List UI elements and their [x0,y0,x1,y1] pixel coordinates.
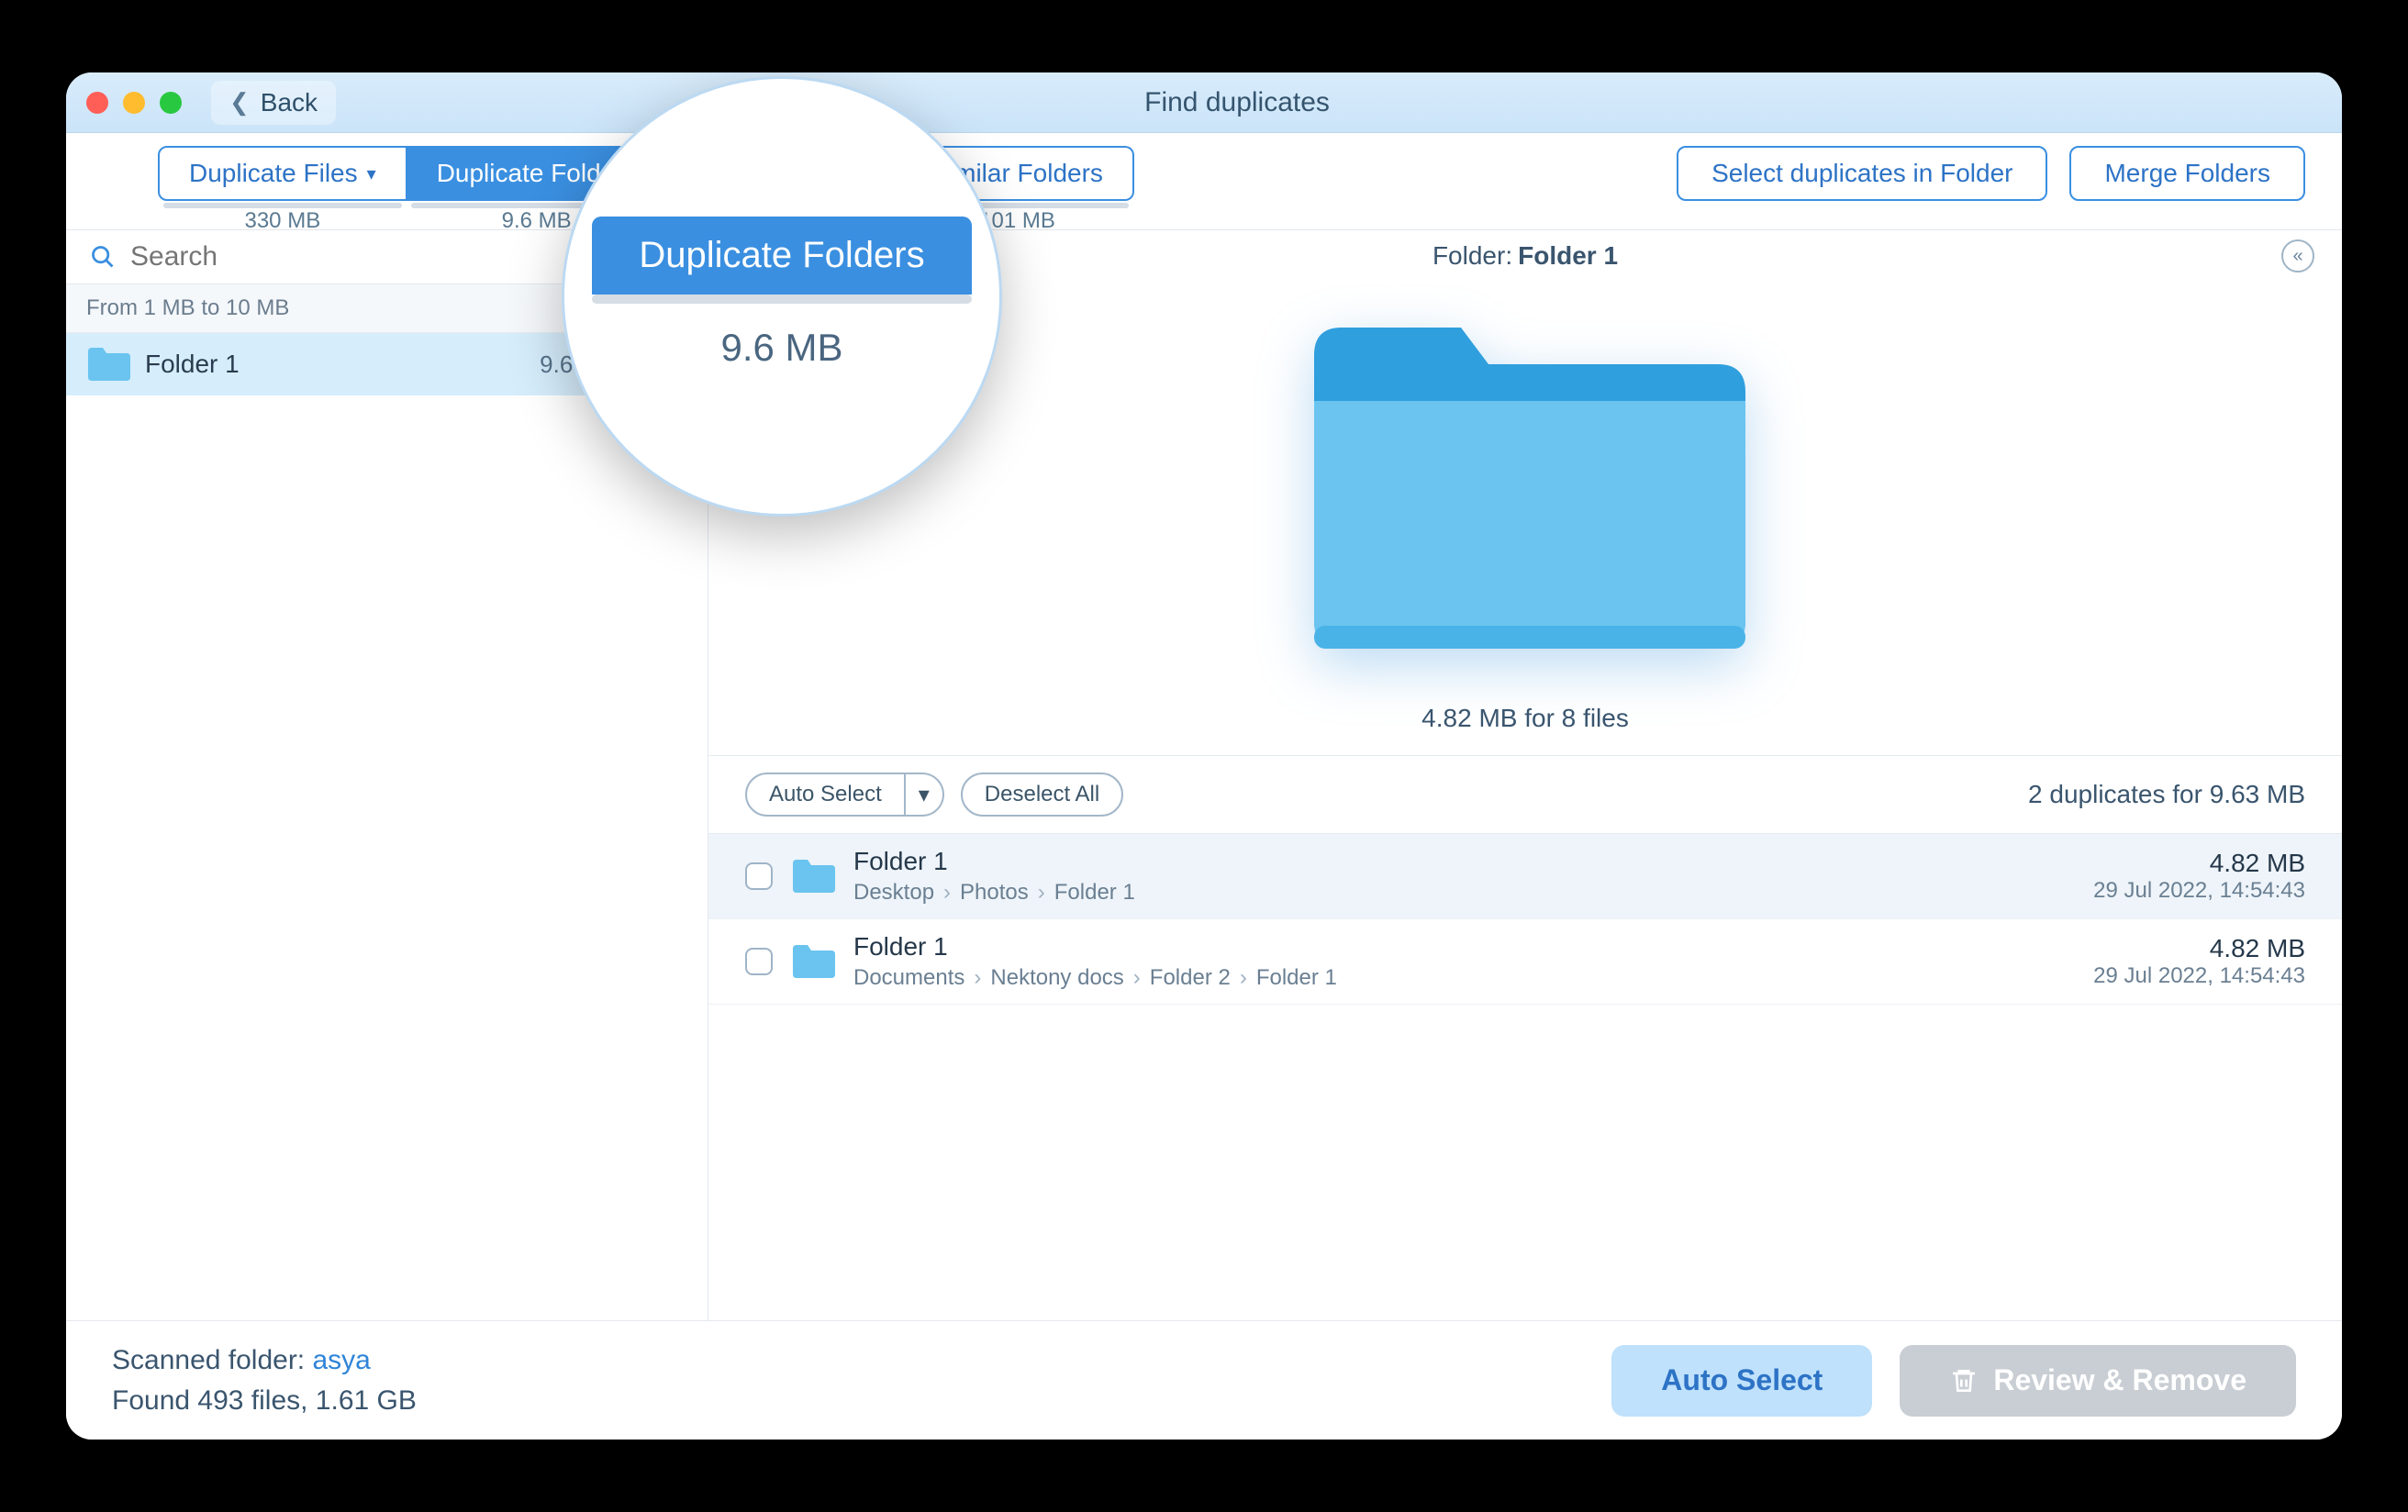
search-icon [90,244,116,270]
review-and-remove-button[interactable]: Review & Remove [1900,1345,2296,1417]
duplicate-size: 4.82 MB [2093,849,2305,878]
folder-icon [1305,300,1745,658]
chevron-down-icon: ▾ [919,782,930,808]
duplicate-name: Folder 1 [853,847,2075,876]
titlebar: ❮ Back Find duplicates [66,72,2342,133]
duplicate-path: Desktop› Photos› Folder 1 [853,880,2075,906]
duplicate-path: Documents› Nektony docs› Folder 2› Folde… [853,965,2075,991]
review-label: Review & Remove [1993,1363,2246,1397]
tab-label: Duplicate Files [189,159,358,188]
tab-size-label: 330 MB [160,208,406,234]
preview-summary: 4.82 MB for 8 files [1421,704,1629,733]
close-window-button[interactable] [86,92,108,114]
folder-label-prefix: Folder: [1433,241,1512,271]
duplicate-row[interactable]: Folder 1 Documents› Nektony docs› Folder… [708,919,2342,1005]
checkbox[interactable] [745,862,773,890]
toolbar-actions: Select duplicates in Folder Merge Folder… [1677,146,2305,201]
folder-name: Folder 1 [1518,241,1618,271]
magnified-tab-label: Duplicate Folders [592,217,972,295]
auto-select-button[interactable]: Auto Select [745,773,906,817]
back-button[interactable]: ❮ Back [211,81,336,125]
folder-icon [791,943,835,980]
chevron-left-icon: ❮ [229,88,250,117]
duplicate-date: 29 Jul 2022, 14:54:43 [2093,963,2305,989]
magnified-size-bar [592,295,972,304]
scanned-folder-link[interactable]: asya [312,1345,370,1375]
select-duplicates-in-folder-button[interactable]: Select duplicates in Folder [1677,146,2047,201]
footer-auto-select-button[interactable]: Auto Select [1611,1345,1872,1417]
duplicate-toolbar: Auto Select ▾ Deselect All 2 duplicates … [708,755,2342,834]
window-controls [86,92,182,114]
back-label: Back [261,88,318,117]
minimize-window-button[interactable] [123,92,145,114]
duplicate-size: 4.82 MB [2093,934,2305,963]
magnifier-overlay: Duplicate Folders 9.6 MB [562,76,1002,517]
duplicate-info-label: 2 duplicates for 9.63 MB [2028,780,2305,809]
tab-duplicate-files[interactable]: Duplicate Files ▾ 330 MB [158,146,407,201]
deselect-all-button[interactable]: Deselect All [961,773,1123,817]
duplicate-meta: 4.82 MB 29 Jul 2022, 14:54:43 [2093,849,2305,904]
found-summary: Found 493 files, 1.61 GB [112,1381,417,1421]
duplicate-date: 29 Jul 2022, 14:54:43 [2093,878,2305,904]
scanned-prefix: Scanned folder: [112,1345,312,1375]
merge-folders-button[interactable]: Merge Folders [2069,146,2305,201]
chevron-down-icon: ▾ [367,162,376,185]
chevron-double-left-icon: « [2292,246,2302,267]
footer-info: Scanned folder: asya Found 493 files, 1.… [112,1340,417,1420]
auto-select-split-button: Auto Select ▾ [745,773,944,817]
duplicate-name: Folder 1 [853,932,2075,962]
auto-select-dropdown-button[interactable]: ▾ [906,773,944,817]
duplicate-body: Folder 1 Desktop› Photos› Folder 1 [853,847,2075,906]
collapse-preview-button[interactable]: « [2281,239,2314,272]
folder-icon [791,858,835,895]
window-title: Find duplicates [336,87,2138,118]
magnified-size-label: 9.6 MB [564,326,999,370]
duplicate-meta: 4.82 MB 29 Jul 2022, 14:54:43 [2093,934,2305,989]
footer: Scanned folder: asya Found 493 files, 1.… [66,1320,2342,1440]
trash-icon [1949,1366,1979,1395]
duplicate-row[interactable]: Folder 1 Desktop› Photos› Folder 1 4.82 … [708,834,2342,919]
checkbox[interactable] [745,948,773,975]
maximize-window-button[interactable] [160,92,182,114]
folder-icon [86,346,130,383]
duplicate-body: Folder 1 Documents› Nektony docs› Folder… [853,932,2075,991]
sidebar-item-name: Folder 1 [145,350,525,379]
category-tabs: Duplicate Files ▾ 330 MB Duplicate Folde… [66,133,2342,230]
app-window: ❮ Back Find duplicates Duplicate Files ▾… [66,72,2342,1440]
body: From 1 MB to 10 MB Folder 1 9.63 MB 2 Fo… [66,230,2342,1320]
